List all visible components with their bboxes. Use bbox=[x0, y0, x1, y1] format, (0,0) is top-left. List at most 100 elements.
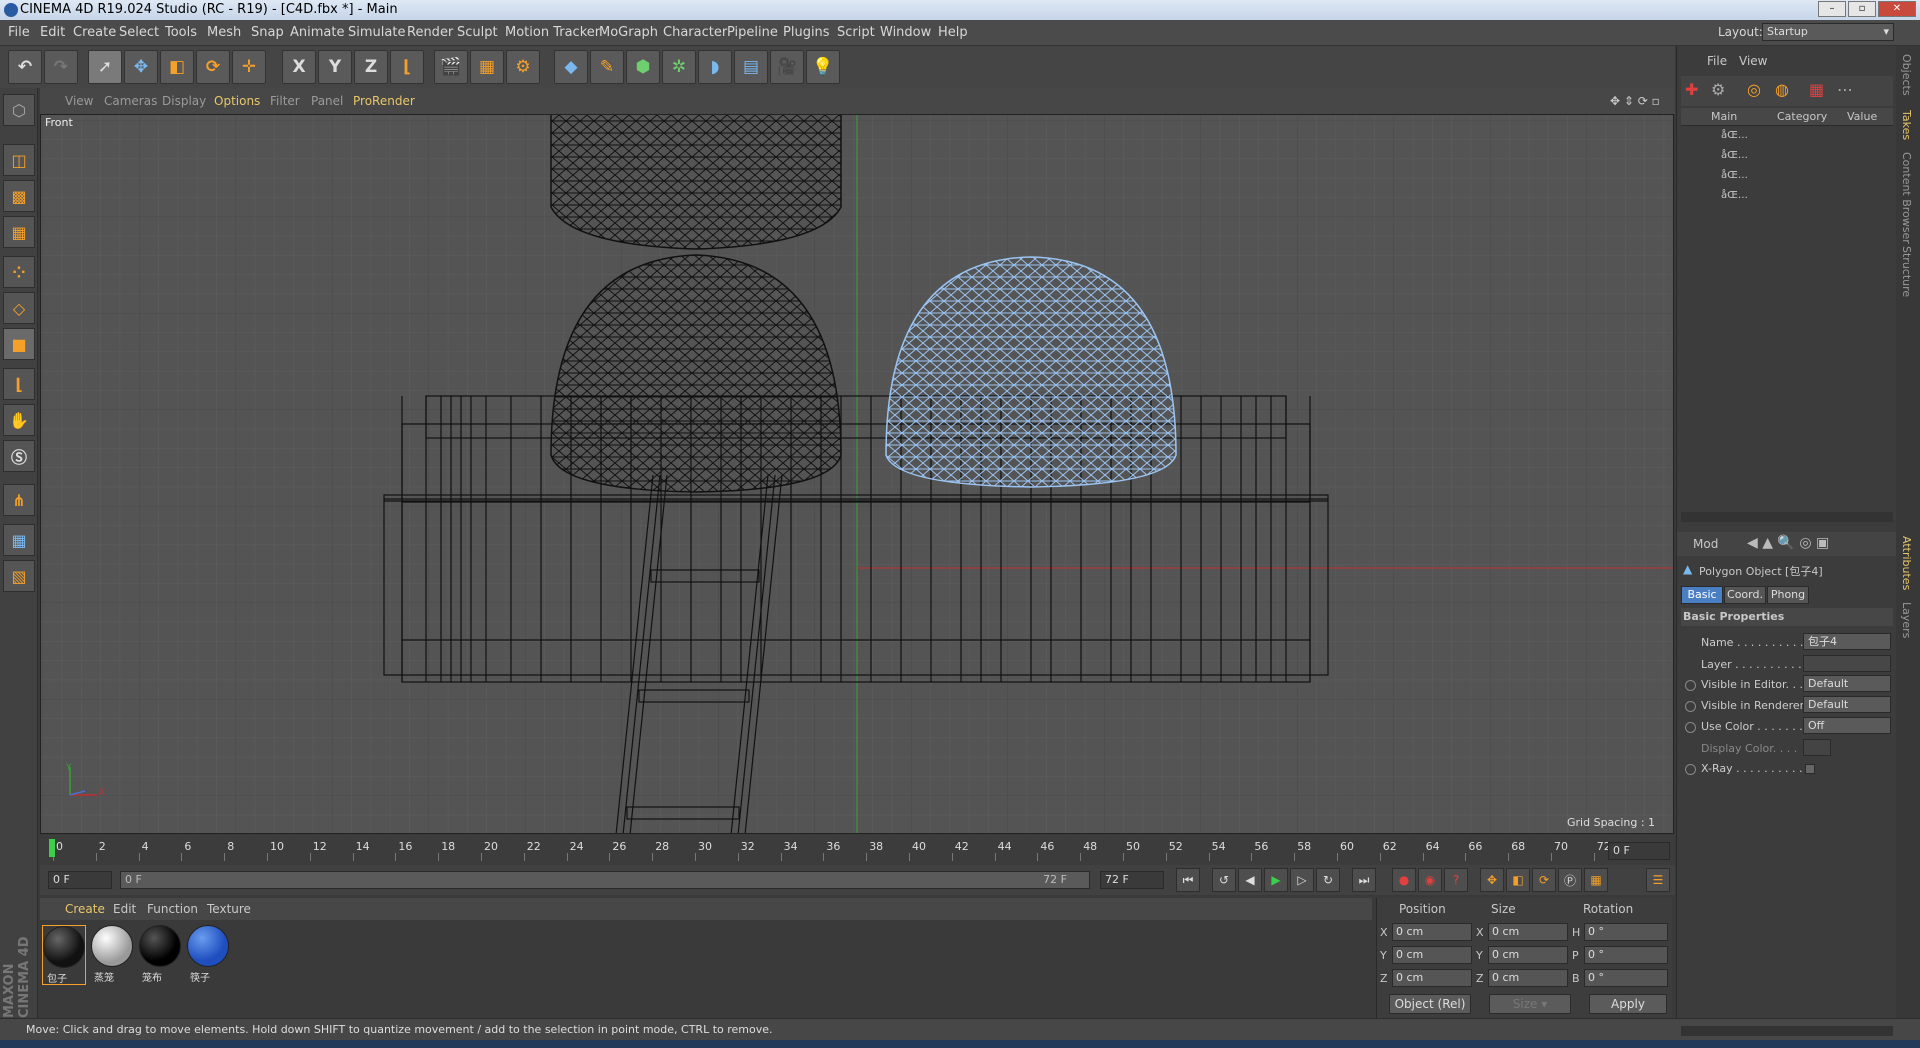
y-axis-icon[interactable]: Y bbox=[318, 50, 352, 84]
material-item[interactable]: 筷子 bbox=[186, 925, 230, 985]
maximize-button[interactable]: ▫ bbox=[1848, 1, 1876, 17]
playhead[interactable] bbox=[49, 839, 55, 857]
object-tool-icon[interactable]: ▦ bbox=[1809, 80, 1824, 99]
tab-basic[interactable]: Basic bbox=[1681, 586, 1723, 604]
start-frame-field[interactable]: 0 F bbox=[48, 871, 112, 889]
material-item[interactable]: 笼布 bbox=[138, 925, 182, 985]
layout-select[interactable]: Startup ▾ bbox=[1762, 23, 1894, 41]
menu-mesh[interactable]: Mesh bbox=[207, 25, 241, 40]
record-icon[interactable]: ● bbox=[1392, 868, 1416, 892]
use-color-select[interactable]: Off bbox=[1803, 717, 1891, 734]
visible-renderer-radio-icon[interactable] bbox=[1685, 701, 1696, 712]
position-x-field[interactable]: 0 cm bbox=[1392, 923, 1472, 941]
menu-animate[interactable]: Animate bbox=[290, 25, 344, 40]
key-rotation-icon[interactable]: ⟳ bbox=[1532, 868, 1556, 892]
workplane-mode-icon[interactable]: ▦ bbox=[3, 216, 35, 248]
menu-create[interactable]: Create bbox=[73, 25, 116, 40]
menu-simulate[interactable]: Simulate bbox=[348, 25, 405, 40]
render-settings-icon[interactable]: ⚙ bbox=[506, 50, 540, 84]
object-scrollbar[interactable] bbox=[1681, 512, 1893, 522]
light-icon[interactable]: 💡 bbox=[806, 50, 840, 84]
name-field[interactable]: 包子4 bbox=[1803, 633, 1891, 650]
close-button[interactable]: ✕ bbox=[1878, 1, 1916, 17]
current-frame-field[interactable]: 0 F bbox=[1608, 842, 1670, 860]
render-view-icon[interactable]: 🎬 bbox=[434, 50, 468, 84]
menu-render[interactable]: Render bbox=[407, 25, 453, 40]
menu-help[interactable]: Help bbox=[938, 25, 968, 40]
menu-sculpt[interactable]: Sculpt bbox=[457, 25, 498, 40]
timeline-ruler[interactable]: 0 2 4 6 8 10 12 14 16 18 20 22 24 26 28 30 32 34 36 38 40 42 4… bbox=[40, 835, 1675, 865]
polygons-mode-icon[interactable]: ■ bbox=[3, 328, 35, 360]
size-y-field[interactable]: 0 cm bbox=[1488, 946, 1568, 964]
menu-select[interactable]: Select bbox=[119, 25, 159, 40]
object-tool-icon[interactable]: ✚ bbox=[1685, 80, 1698, 99]
layer-field[interactable] bbox=[1803, 655, 1891, 672]
apply-button[interactable]: Apply bbox=[1589, 994, 1667, 1014]
edges-mode-icon[interactable]: ◇ bbox=[3, 292, 35, 324]
object-tool-icon[interactable]: ◍ bbox=[1775, 80, 1789, 99]
camera-icon[interactable]: 🎥 bbox=[770, 50, 804, 84]
position-y-field[interactable]: 0 cm bbox=[1392, 946, 1472, 964]
menu-tools[interactable]: Tools bbox=[165, 25, 197, 40]
next-key-icon[interactable]: ↻ bbox=[1316, 868, 1340, 892]
side-tab-layers[interactable]: Layers bbox=[1900, 602, 1913, 638]
viewport-menu-prorender[interactable]: ProRender bbox=[353, 94, 415, 108]
subdivision-icon[interactable]: ⬢ bbox=[626, 50, 660, 84]
undo-icon[interactable]: ↶ bbox=[8, 50, 42, 84]
floor-icon[interactable]: ▤ bbox=[734, 50, 768, 84]
menu-plugins[interactable]: Plugins bbox=[783, 25, 830, 40]
coordinate-system-icon[interactable]: ⌊ bbox=[390, 50, 424, 84]
size-mode-select[interactable]: Size ▾ bbox=[1489, 994, 1571, 1014]
size-x-field[interactable]: 0 cm bbox=[1488, 923, 1568, 941]
end-frame-field[interactable]: 72 F bbox=[1100, 871, 1164, 889]
locked-workplane-icon[interactable]: ▦ bbox=[3, 524, 35, 556]
side-tab-objects[interactable]: Objects bbox=[1900, 54, 1913, 96]
menu-script[interactable]: Script bbox=[837, 25, 875, 40]
timeline-menu-icon[interactable]: ☰ bbox=[1646, 868, 1670, 892]
tab-phong[interactable]: Phong bbox=[1767, 586, 1809, 604]
key-parameter-icon[interactable]: Ⓟ bbox=[1558, 868, 1582, 892]
deformer-icon[interactable]: ◗ bbox=[698, 50, 732, 84]
rotation-p-field[interactable]: 0 ° bbox=[1584, 946, 1668, 964]
make-editable-icon[interactable]: ⬡ bbox=[3, 94, 35, 126]
object-tool-icon[interactable]: ◎ bbox=[1747, 80, 1761, 99]
display-color-swatch[interactable] bbox=[1803, 739, 1831, 756]
pen-icon[interactable]: ✎ bbox=[590, 50, 624, 84]
cube-icon[interactable]: ◆ bbox=[554, 50, 588, 84]
object-menu-file[interactable]: File bbox=[1707, 54, 1727, 68]
viewport-menu-filter[interactable]: Filter bbox=[270, 94, 300, 108]
viewport-front[interactable]: Front Y X Grid Spacing : 1 cm bbox=[40, 114, 1674, 834]
xray-radio-icon[interactable] bbox=[1685, 764, 1696, 775]
model-mode-icon[interactable]: ◫ bbox=[3, 144, 35, 176]
solo-mode-icon[interactable]: Ⓢ bbox=[3, 440, 35, 472]
side-tab-content-browser[interactable]: Content Browser bbox=[1900, 152, 1913, 244]
position-z-field[interactable]: 0 cm bbox=[1392, 969, 1472, 987]
keyframe-selection-icon[interactable]: ? bbox=[1444, 868, 1468, 892]
menu-window[interactable]: Window bbox=[880, 25, 931, 40]
material-item[interactable]: 包子 bbox=[42, 925, 86, 985]
menu-file[interactable]: File bbox=[8, 25, 30, 40]
menu-character[interactable]: Character bbox=[663, 25, 727, 40]
rotation-h-field[interactable]: 0 ° bbox=[1584, 923, 1668, 941]
key-scale-icon[interactable]: ◧ bbox=[1506, 868, 1530, 892]
object-menu-view[interactable]: View bbox=[1739, 54, 1767, 68]
texture-mode-icon[interactable]: ▩ bbox=[3, 180, 35, 212]
viewport-menu-options[interactable]: Options bbox=[214, 94, 260, 108]
go-to-end-icon[interactable]: ⏭ bbox=[1352, 868, 1376, 892]
viewport-nav-icons[interactable]: ✥ ⇕ ⟳ ▫ bbox=[1610, 94, 1660, 108]
attributes-mode-menu[interactable]: Mod bbox=[1693, 537, 1718, 551]
scale-icon[interactable]: ◧ bbox=[160, 50, 194, 84]
z-axis-icon[interactable]: Z bbox=[354, 50, 388, 84]
material-menu-texture[interactable]: Texture bbox=[207, 902, 251, 916]
viewport-menu-cameras[interactable]: Cameras bbox=[104, 94, 157, 108]
viewport-menu-panel[interactable]: Panel bbox=[311, 94, 343, 108]
menu-mograph[interactable]: MoGraph bbox=[599, 25, 658, 40]
autokey-icon[interactable]: ◉ bbox=[1418, 868, 1442, 892]
menu-edit[interactable]: Edit bbox=[40, 25, 65, 40]
attributes-nav-icons[interactable]: ◀ ▲ 🔍 ◎ ▣ bbox=[1747, 535, 1829, 551]
material-menu-edit[interactable]: Edit bbox=[113, 902, 136, 916]
side-tab-attributes[interactable]: Attributes bbox=[1900, 536, 1913, 590]
planar-workplane-icon[interactable]: ▧ bbox=[3, 560, 35, 592]
visible-renderer-select[interactable]: Default bbox=[1803, 696, 1891, 713]
tab-coord[interactable]: Coord. bbox=[1724, 586, 1766, 604]
